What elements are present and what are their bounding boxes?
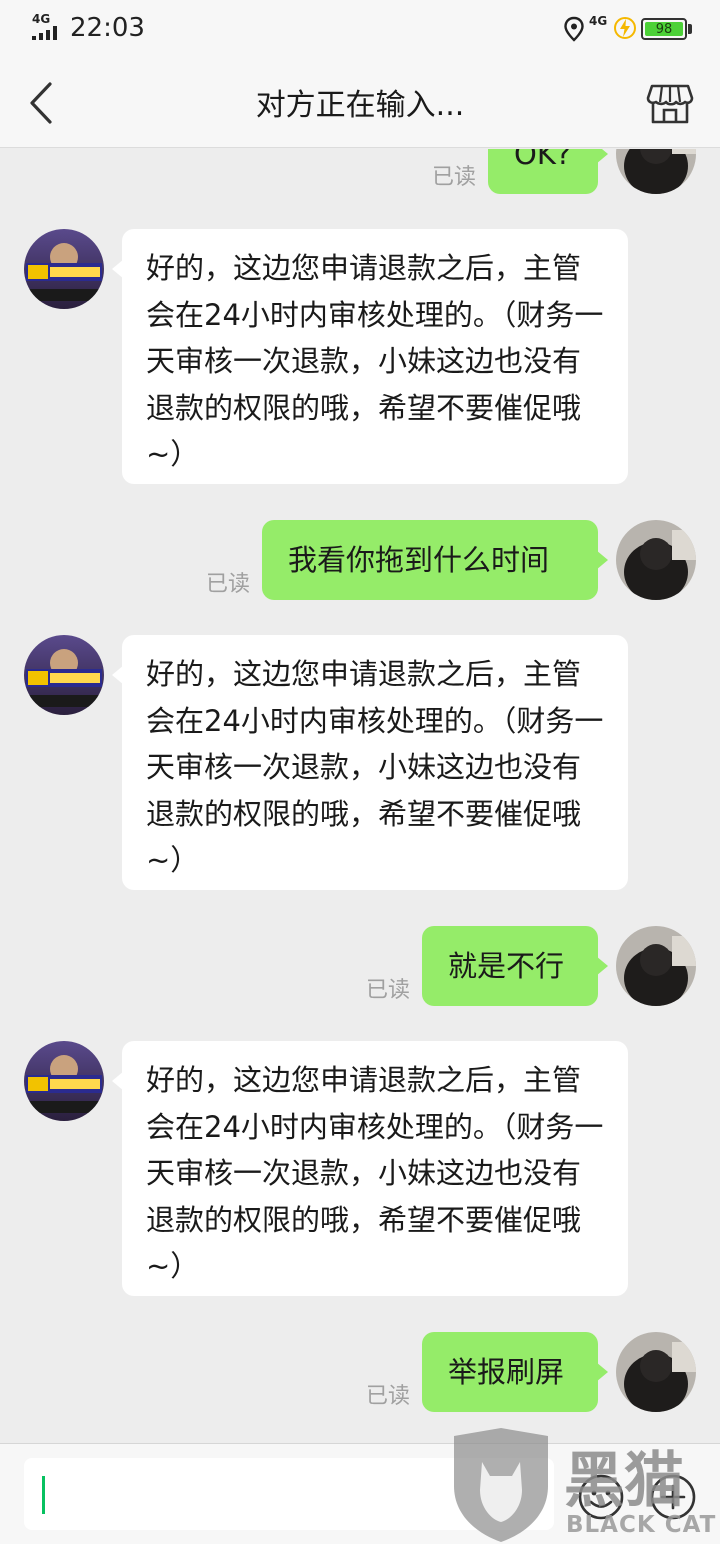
battery-cap <box>688 24 692 34</box>
page-title: 对方正在输入... <box>255 88 465 123</box>
shop-avatar[interactable] <box>24 1041 104 1121</box>
incoming-message[interactable]: 好的，这边您申请退款之后，主管会在24小时内审核处理的。（财务一天审核一次退款，… <box>112 229 628 484</box>
battery-icon: 98 <box>641 18 687 40</box>
store-icon[interactable] <box>646 78 694 126</box>
clock: 22:03 <box>70 13 145 43</box>
user-avatar[interactable] <box>616 1332 696 1412</box>
user-avatar[interactable] <box>616 520 696 600</box>
outgoing-message[interactable]: 就是不行 <box>422 926 608 1006</box>
plus-icon[interactable] <box>648 1472 698 1522</box>
user-avatar[interactable] <box>616 149 696 194</box>
emoji-icon[interactable] <box>576 1472 626 1522</box>
input-bar <box>0 1443 720 1544</box>
user-avatar[interactable] <box>616 926 696 1006</box>
read-receipt: 已读 <box>206 572 251 597</box>
shop-avatar[interactable] <box>24 229 104 309</box>
message-list[interactable]: 已读 OK? 好的，这边您申请退款之后，主管会在24小时内审核处理的。（财务一天… <box>0 149 720 1443</box>
status-bar: 4G 22:03 4G 98 <box>0 0 720 56</box>
incoming-message[interactable]: 好的，这边您申请退款之后，主管会在24小时内审核处理的。（财务一天审核一次退款，… <box>112 635 628 890</box>
read-receipt: 已读 <box>366 978 411 1003</box>
read-receipt: 已读 <box>366 1384 411 1409</box>
battery-level: 98 <box>645 22 683 37</box>
incoming-message[interactable]: 好的，这边您申请退款之后，主管会在24小时内审核处理的。（财务一天审核一次退款，… <box>112 1041 628 1296</box>
read-receipt: 已读 <box>432 165 477 190</box>
network-type-right: 4G <box>589 14 608 28</box>
shop-avatar[interactable] <box>24 635 104 715</box>
chat-header: 对方正在输入... <box>0 56 720 148</box>
outgoing-message[interactable]: 举报刷屏 <box>422 1332 608 1412</box>
network-type-left: 4G <box>32 12 51 26</box>
charging-icon <box>614 17 636 39</box>
location-icon <box>564 16 584 42</box>
outgoing-message[interactable]: OK? <box>488 149 608 194</box>
message-input[interactable] <box>24 1458 554 1530</box>
signal-icon <box>32 26 57 40</box>
outgoing-message[interactable]: 我看你拖到什么时间 <box>262 520 608 600</box>
text-caret <box>42 1476 45 1514</box>
